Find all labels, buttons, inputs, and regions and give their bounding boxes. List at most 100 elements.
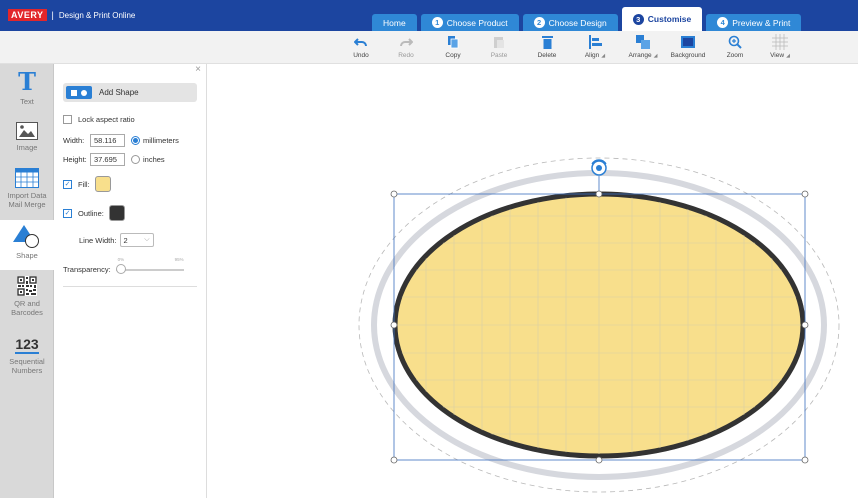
canvas-drawing — [358, 157, 840, 493]
align-icon — [588, 35, 602, 49]
lock-aspect-row: Lock aspect ratio — [63, 115, 135, 124]
tab-label: Customise — [647, 14, 692, 24]
transparency-min-label: 0% — [117, 257, 125, 262]
close-icon[interactable]: × — [195, 64, 201, 75]
align-label: Align — [584, 52, 600, 59]
chevron-down-icon: ⌵ — [144, 236, 150, 243]
transparency-slider[interactable]: 0% 95% — [115, 257, 184, 275]
caret-icon: ◢ — [601, 53, 606, 59]
numbers-icon: 123 — [15, 336, 39, 354]
trash-icon — [541, 36, 553, 49]
tool-rail: T Text Image Import Data Mail Merge Shap… — [0, 64, 54, 498]
copy-icon — [448, 36, 459, 49]
rail-item-label: QR and Barcodes — [11, 299, 43, 317]
line-width-label: Line Width: — [79, 235, 117, 245]
width-row: Width: 58.116 millimeters — [63, 134, 179, 147]
tab-label: Home — [383, 17, 406, 28]
caret-icon: ◢ — [786, 53, 790, 59]
shape-panel: × Add Shape Lock aspect ratio Width: 58.… — [55, 64, 207, 498]
width-input[interactable]: 58.116 — [90, 134, 125, 147]
background-label: Background — [670, 52, 706, 59]
outline-color-swatch[interactable] — [108, 205, 125, 221]
arrange-label: Arrange — [628, 52, 652, 59]
height-row: Height: 37.695 inches — [63, 153, 165, 166]
background-button[interactable]: Background — [665, 34, 711, 59]
fill-color-swatch[interactable] — [94, 176, 111, 192]
step-number: 4 — [717, 17, 729, 28]
step-number: 1 — [431, 17, 443, 28]
rail-item-label: Text — [20, 97, 34, 106]
step-tabs: Home 1 Choose Product 2 Choose Design 3 … — [372, 7, 805, 31]
add-shape-label: Add Shape — [99, 88, 139, 97]
tab-preview-print[interactable]: 4 Preview & Print — [706, 14, 802, 31]
redo-icon — [400, 38, 413, 47]
avery-logo[interactable]: AVERY — [8, 9, 47, 21]
grid-icon — [772, 34, 788, 50]
redo-label: Redo — [398, 52, 414, 59]
brand-separator: | — [51, 10, 54, 20]
outline-row: ✓ Outline: — [63, 205, 125, 221]
tab-choose-product[interactable]: 1 Choose Product — [420, 14, 519, 31]
zoom-label: Zoom — [726, 52, 744, 59]
width-label: Width: — [63, 136, 85, 145]
rail-item-import-data[interactable]: Import Data Mail Merge — [0, 168, 54, 218]
redo-button[interactable]: Redo — [383, 34, 429, 59]
image-icon — [16, 122, 38, 140]
paste-button[interactable]: Paste — [476, 34, 522, 59]
design-canvas[interactable] — [208, 64, 858, 498]
undo-button[interactable]: Undo — [338, 34, 384, 59]
tab-choose-design[interactable]: 2 Choose Design — [522, 14, 618, 31]
copy-label: Copy — [445, 52, 461, 59]
transparency-row: Transparency: 0% 95% — [63, 257, 184, 275]
transparency-max-label: 95% — [174, 257, 184, 262]
view-button[interactable]: View ◢ — [757, 34, 803, 59]
add-shape-button[interactable]: Add Shape — [63, 83, 197, 102]
slider-handle[interactable] — [115, 264, 126, 274]
zoom-button[interactable]: Zoom — [712, 34, 758, 59]
tab-customise[interactable]: 3 Customise — [621, 7, 703, 31]
rail-item-label: Shape — [16, 251, 38, 260]
brand: AVERY | Design & Print Online — [8, 9, 135, 21]
view-label: View — [770, 52, 785, 59]
tab-home[interactable]: Home — [372, 14, 417, 31]
rail-item-qr-barcodes[interactable]: QR and Barcodes — [0, 276, 54, 328]
outline-label: Outline: — [78, 208, 104, 218]
rail-item-sequential-numbers[interactable]: 123 Sequential Numbers — [0, 336, 54, 392]
fill-checkbox[interactable]: ✓ — [63, 179, 72, 189]
delete-label: Delete — [537, 52, 557, 59]
tab-label: Choose Design — [548, 17, 607, 28]
line-width-row: Line Width: 2 ⌵ — [79, 233, 154, 247]
height-input[interactable]: 37.695 — [90, 153, 125, 166]
arrange-button[interactable]: Arrange ◢ — [620, 34, 666, 59]
table-icon — [15, 168, 39, 188]
transparency-label: Transparency: — [63, 264, 111, 274]
millimeters-label: millimeters — [143, 136, 179, 145]
align-button[interactable]: Align ◢ — [572, 34, 618, 59]
brand-subtitle: Design & Print Online — [58, 10, 136, 20]
paste-icon — [494, 37, 504, 48]
millimeters-radio[interactable] — [131, 136, 140, 145]
rotate-icon[interactable] — [591, 159, 607, 176]
copy-button[interactable]: Copy — [430, 34, 476, 59]
line-width-select[interactable]: 2 ⌵ — [119, 233, 154, 247]
rail-item-shape[interactable]: Shape — [0, 220, 54, 270]
zoom-icon — [728, 35, 742, 49]
rail-item-label: Sequential Numbers — [9, 357, 45, 375]
shape-toggle-icon — [66, 86, 92, 99]
fill-label: Fill: — [78, 179, 90, 189]
shape-icon — [13, 225, 39, 248]
height-label: Height: — [63, 155, 87, 164]
rail-item-label: Image — [16, 143, 38, 152]
inches-radio[interactable] — [131, 155, 140, 164]
outline-checkbox[interactable]: ✓ — [63, 208, 72, 218]
step-number: 2 — [533, 17, 545, 28]
rail-item-image[interactable]: Image — [0, 122, 54, 166]
caret-icon: ◢ — [653, 53, 658, 59]
rail-item-text[interactable]: T Text — [0, 70, 54, 120]
step-number: 3 — [632, 13, 644, 25]
delete-button[interactable]: Delete — [524, 34, 570, 59]
lock-aspect-checkbox[interactable] — [63, 115, 72, 124]
top-bar: AVERY | Design & Print Online Home 1 Cho… — [0, 0, 858, 31]
tab-label: Choose Product — [446, 17, 508, 28]
panel-divider — [63, 286, 197, 287]
